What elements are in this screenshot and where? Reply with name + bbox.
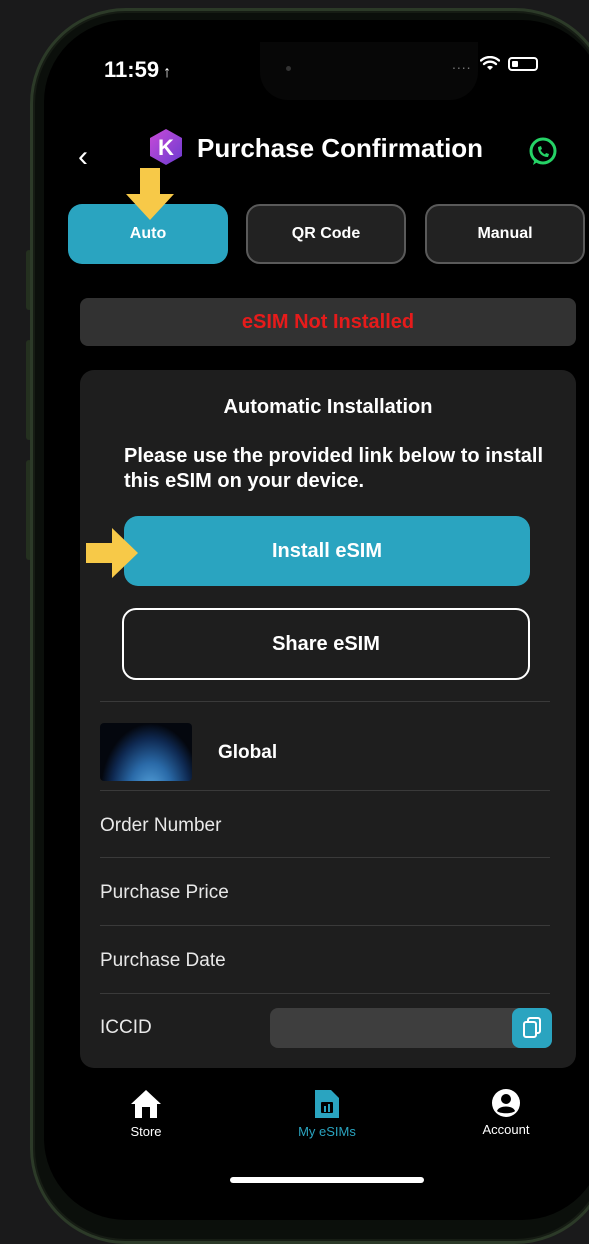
plan-globe-image (100, 723, 192, 781)
home-indicator[interactable] (230, 1177, 424, 1183)
notch (260, 42, 478, 100)
section-title: Automatic Installation (223, 396, 433, 418)
camera-dot (286, 66, 291, 71)
instructions-text: Please use the provided link below to in… (124, 445, 543, 492)
iccid-field[interactable] (270, 1008, 552, 1048)
account-icon (492, 1089, 520, 1117)
sim-card-icon (315, 1090, 339, 1118)
copy-button[interactable] (512, 1008, 552, 1048)
plan-name: Global (218, 742, 278, 763)
nav-label: Store (130, 1124, 162, 1139)
tab-qr-code[interactable]: QR Code (246, 204, 406, 264)
highlight-arrow-down-icon (126, 168, 174, 220)
battery-icon (507, 57, 538, 71)
nav-account[interactable]: Account (476, 1088, 536, 1137)
install-status-text: eSIM Not Installed (241, 310, 415, 333)
back-button[interactable]: ‹ (78, 140, 88, 174)
divider (100, 701, 550, 702)
share-esim-button[interactable]: Share eSIM (122, 608, 530, 680)
install-status-badge: eSIM Not Installed (80, 298, 576, 346)
installation-card: Automatic Installation Please use the pr… (80, 370, 576, 1068)
nav-label: My eSIMs (298, 1124, 356, 1139)
purchase-price-label: Purchase Price (100, 882, 229, 903)
order-number-label: Order Number (100, 815, 222, 836)
status-icons: .... (452, 56, 538, 72)
svg-text:K: K (158, 135, 174, 160)
divider (100, 857, 550, 858)
tab-label: Manual (477, 225, 533, 242)
signal-icon: .... (452, 56, 472, 72)
tab-manual[interactable]: Manual (425, 204, 585, 264)
location-icon: ↑ (163, 64, 172, 81)
nav-my-esims[interactable]: My eSIMs (282, 1088, 372, 1139)
home-icon (131, 1090, 161, 1118)
copy-icon (523, 1017, 541, 1038)
tab-label: Auto (129, 225, 167, 242)
highlight-arrow-right-icon (86, 528, 138, 578)
divider (100, 790, 550, 791)
install-button-label: Install eSIM (271, 539, 383, 562)
share-button-label: Share eSIM (272, 632, 380, 655)
nav-store[interactable]: Store (126, 1088, 166, 1139)
status-time: 11:59 ↑ (104, 57, 172, 82)
purchase-date-label: Purchase Date (100, 950, 226, 971)
wifi-icon (479, 56, 500, 70)
divider (100, 993, 550, 994)
install-esim-button[interactable]: Install eSIM (124, 516, 530, 586)
divider (100, 925, 550, 926)
page-title: Purchase Confirmation (197, 133, 484, 163)
whatsapp-icon[interactable] (527, 136, 559, 168)
iccid-label: ICCID (100, 1017, 152, 1038)
nav-label: Account (482, 1122, 530, 1137)
app-logo-icon: K (150, 129, 182, 165)
tab-label: QR Code (291, 225, 361, 242)
